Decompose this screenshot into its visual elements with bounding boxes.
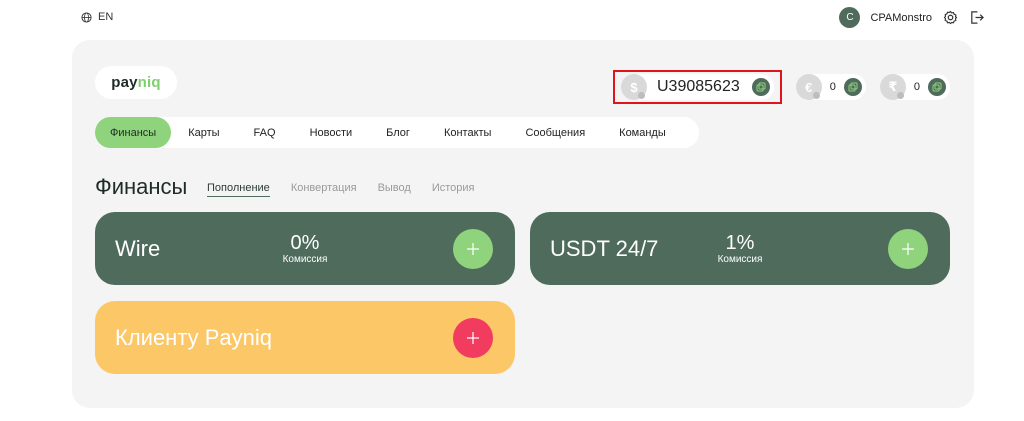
wire-commission-label: Комиссия: [282, 253, 328, 265]
finance-subtabs: Пополнение Конвертация Вывод История: [207, 182, 475, 197]
copy-inr-icon[interactable]: [928, 78, 946, 96]
wire-card[interactable]: Wire 0% Комиссия: [95, 212, 515, 285]
euro-symbol: €: [805, 79, 813, 95]
plus-icon: [467, 331, 479, 344]
user-bar: C CPAMonstro: [839, 7, 984, 28]
account-id: U39085623: [657, 78, 740, 95]
rupee-coin-icon: ₹: [879, 74, 906, 100]
balance-eur: € 0: [795, 74, 866, 100]
balance-inr: ₹ 0: [879, 74, 950, 100]
client-transfer-card[interactable]: Клиенту Payniq: [95, 301, 515, 374]
copy-account-id-icon[interactable]: [751, 78, 770, 96]
dollar-symbol: $: [630, 79, 638, 95]
usdt-commission-value: 1%: [725, 231, 755, 254]
nav-messages[interactable]: Сообщения: [508, 117, 602, 148]
wire-commission-value: 0%: [290, 231, 320, 254]
plus-icon: [467, 242, 479, 255]
tab-history[interactable]: История: [432, 182, 475, 197]
client-add-button[interactable]: [453, 317, 493, 358]
payniq-logo[interactable]: pay niq: [95, 66, 177, 99]
euro-coin-icon: €: [795, 74, 822, 100]
usdt-card[interactable]: USDT 24/7 1% Комиссия: [530, 212, 950, 285]
client-card-title: Клиенту Payniq: [115, 324, 273, 350]
page-title: Финансы: [95, 174, 188, 199]
copy-eur-icon[interactable]: [843, 78, 862, 96]
language-switcher[interactable]: EN: [81, 11, 113, 23]
balance-usd: $ U39085623: [621, 74, 774, 100]
inr-balance-value: 0: [913, 81, 920, 93]
balances-bar: $ U39085623 € 0 ₹ 0: [613, 70, 950, 104]
nav-cards[interactable]: Карты: [171, 117, 236, 148]
nav-news[interactable]: Новости: [293, 117, 370, 148]
main-panel: pay niq $ U39085623 € 0 ₹ 0 Финансы Карт…: [72, 40, 974, 408]
usdt-card-title: USDT 24/7: [550, 235, 659, 261]
username[interactable]: CPAMonstro: [870, 12, 932, 24]
logo-text-pay: pay: [111, 74, 138, 91]
nav-contacts[interactable]: Контакты: [427, 117, 509, 148]
avatar[interactable]: C: [839, 7, 861, 28]
settings-gear-icon[interactable]: [942, 10, 958, 26]
nav-finance[interactable]: Финансы: [95, 117, 172, 148]
tab-conversion[interactable]: Конвертация: [291, 182, 357, 197]
usdt-add-button[interactable]: [888, 228, 928, 269]
nav-blog[interactable]: Блог: [369, 117, 427, 148]
balance-usd-highlight: $ U39085623: [613, 70, 782, 104]
tab-withdraw[interactable]: Вывод: [378, 182, 411, 197]
usdt-commission-label: Комиссия: [717, 253, 763, 265]
tab-deposit[interactable]: Пополнение: [207, 182, 270, 197]
logout-icon[interactable]: [968, 10, 984, 26]
usdt-commission: 1% Комиссия: [700, 231, 780, 265]
wire-card-title: Wire: [115, 235, 161, 261]
main-nav: Финансы Карты FAQ Новости Блог Контакты …: [95, 117, 699, 148]
wire-commission: 0% Комиссия: [265, 231, 345, 265]
globe-icon: [81, 11, 92, 23]
nav-teams[interactable]: Команды: [602, 117, 683, 148]
language-label: EN: [98, 11, 114, 23]
plus-icon: [902, 242, 914, 255]
logo-text-niq: niq: [137, 74, 161, 91]
eur-balance-value: 0: [829, 81, 836, 93]
wire-add-button[interactable]: [453, 228, 493, 269]
nav-faq[interactable]: FAQ: [237, 117, 293, 148]
rupee-symbol: ₹: [888, 79, 898, 94]
dollar-coin-icon: $: [621, 74, 647, 100]
